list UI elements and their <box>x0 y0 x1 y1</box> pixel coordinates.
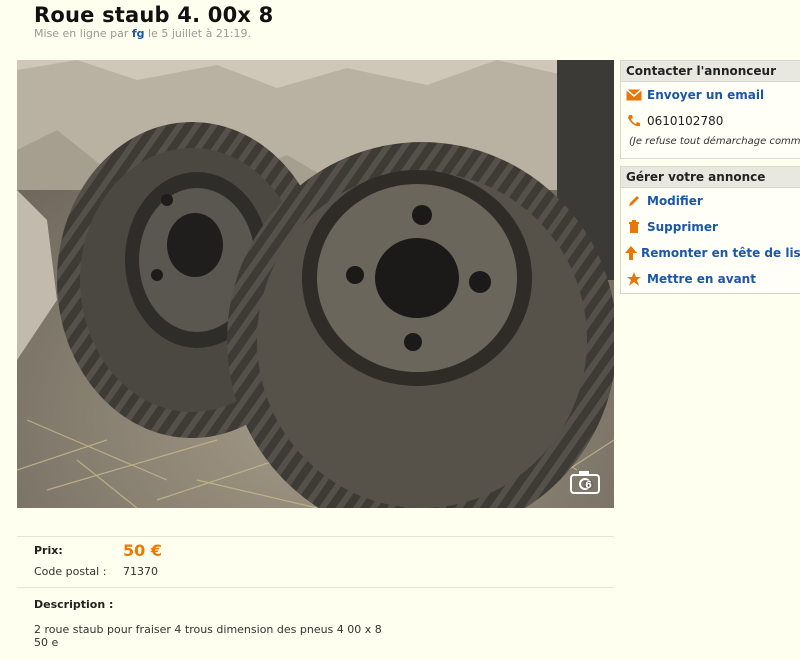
bump-link[interactable]: Remonter en tête de liste <box>621 240 800 266</box>
envelope-icon <box>625 88 643 102</box>
author-link[interactable]: fg <box>132 27 145 40</box>
posted-date: le 5 juillet à 21:19. <box>148 27 252 40</box>
contact-header: Contacter l'annonceur <box>621 61 800 82</box>
price-label: Prix: <box>34 544 63 557</box>
delete-label: Supprimer <box>647 220 718 234</box>
send-email-link[interactable]: Envoyer un email <box>621 82 800 108</box>
description-label: Description : <box>34 598 114 611</box>
posted-prefix: Mise en ligne par <box>34 27 129 40</box>
postal-code-value: 71370 <box>123 565 158 578</box>
tires-image <box>17 60 614 508</box>
contact-note: (Je refuse tout démarchage comm <box>629 136 800 147</box>
manage-panel: Gérer votre annonce Modifier Supprimer R… <box>620 166 800 294</box>
description-text: 2 roue staub pour fraiser 4 trous dimens… <box>34 623 554 649</box>
ad-title: Roue staub 4. 00x 8 <box>34 3 274 27</box>
posted-info: Mise en ligne par fg le 5 juillet à 21:1… <box>34 27 251 40</box>
send-email-label: Envoyer un email <box>647 88 765 102</box>
phone-row: 0610102780 <box>621 108 800 134</box>
modify-label: Modifier <box>647 194 703 208</box>
price-value: 50 € <box>123 541 162 560</box>
bump-label: Remonter en tête de liste <box>641 246 800 260</box>
manage-header: Gérer votre annonce <box>621 167 800 188</box>
photo-count: 6 <box>585 480 592 491</box>
phone-number: 0610102780 <box>647 114 724 128</box>
ad-photo[interactable]: 6 <box>17 60 614 508</box>
description-line: 50 e <box>34 636 59 649</box>
divider <box>17 587 614 588</box>
postal-code-label: Code postal : <box>34 565 107 578</box>
feature-link[interactable]: Mettre en avant <box>621 266 800 292</box>
trash-icon <box>625 220 643 234</box>
divider <box>17 536 614 537</box>
phone-icon <box>625 114 643 128</box>
arrow-up-icon <box>625 246 637 260</box>
description-line: 2 roue staub pour fraiser 4 trous dimens… <box>34 623 382 636</box>
contact-panel: Contacter l'annonceur Envoyer un email 0… <box>620 60 800 159</box>
feature-label: Mettre en avant <box>647 272 756 286</box>
star-icon <box>625 272 643 286</box>
delete-link[interactable]: Supprimer <box>621 214 800 240</box>
pencil-icon <box>625 194 643 208</box>
modify-link[interactable]: Modifier <box>621 188 800 214</box>
